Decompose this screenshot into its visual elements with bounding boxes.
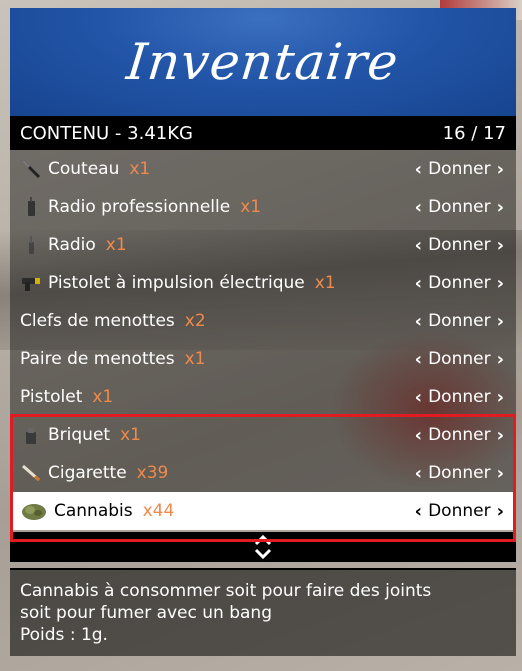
item-name: Cigarette [48,463,127,483]
item-name: Radio [48,235,96,255]
item-weight: Poids : 1g. [20,625,108,645]
lighter-icon [20,424,42,446]
menu-title: Inventaire [124,33,402,91]
give-label: Donner [428,349,491,369]
item-description: Cannabis à consommer soit pour faire des… [10,568,516,656]
chevron-left-icon[interactable]: ‹ [415,349,422,370]
give-action[interactable]: ‹ Donner › [415,463,504,484]
chevron-right-icon[interactable]: › [497,463,504,484]
give-label: Donner [428,235,491,255]
item-quantity: x1 [120,425,141,445]
give-action[interactable]: ‹ Donner › [415,501,504,522]
cigarette-icon [20,462,42,484]
chevron-left-icon[interactable]: ‹ [415,197,422,218]
list-item[interactable]: Clefs de menottes x2 ‹ Donner › [10,302,516,340]
item-name: Clefs de menottes [20,311,175,331]
give-label: Donner [428,463,491,483]
give-label: Donner [428,501,491,521]
chevron-right-icon[interactable]: › [497,235,504,256]
item-quantity: x44 [142,501,175,521]
item-quantity: x1 [240,197,262,217]
chevron-left-icon[interactable]: ‹ [415,273,422,294]
chevron-left-icon[interactable]: ‹ [415,501,422,522]
list-item[interactable]: Couteau x1 ‹ Donner › [10,150,516,188]
cannabis-icon [20,500,48,522]
give-action[interactable]: ‹ Donner › [415,159,504,180]
menu-banner: Inventaire [10,8,516,116]
description-line: soit pour fumer avec un bang [20,603,272,623]
chevron-right-icon[interactable]: › [497,425,504,446]
list-item-selected[interactable]: Cannabis x44 ‹ Donner › [10,492,516,530]
taser-icon [20,272,42,294]
description-line: Cannabis à consommer soit pour faire des… [20,581,432,601]
item-quantity: x1 [92,387,114,407]
chevron-right-icon[interactable]: › [497,273,504,294]
radio-icon [20,234,42,256]
knife-icon [20,158,42,180]
give-action[interactable]: ‹ Donner › [415,425,504,446]
chevron-right-icon[interactable]: › [497,349,504,370]
inventory-menu: Inventaire CONTENU - 3.41KG 16 / 17 Cout… [10,8,516,656]
chevron-left-icon[interactable]: ‹ [415,235,422,256]
list-item[interactable]: Pistolet à impulsion électrique x1 ‹ Donn… [10,264,516,302]
chevron-left-icon[interactable]: ‹ [415,387,422,408]
list-item[interactable]: Radio x1 ‹ Donner › [10,226,516,264]
item-name: Couteau [48,159,120,179]
item-quantity: x1 [105,235,127,255]
item-counter: 16 / 17 [442,122,506,144]
item-name: Cannabis [54,501,133,521]
item-name: Radio professionnelle [48,197,231,217]
give-action[interactable]: ‹ Donner › [415,349,504,370]
give-action[interactable]: ‹ Donner › [415,311,504,332]
give-label: Donner [428,273,491,293]
give-label: Donner [428,197,491,217]
item-quantity: x1 [184,349,206,369]
up-down-arrows-icon[interactable] [253,534,273,560]
chevron-left-icon[interactable]: ‹ [415,159,422,180]
give-label: Donner [428,387,491,407]
give-action[interactable]: ‹ Donner › [415,197,504,218]
item-name: Briquet [48,425,111,445]
chevron-left-icon[interactable]: ‹ [415,311,422,332]
list-item[interactable]: Cigarette x39 ‹ Donner › [10,454,516,492]
chevron-right-icon[interactable]: › [497,311,504,332]
give-action[interactable]: ‹ Donner › [415,273,504,294]
item-quantity: x39 [136,463,169,483]
item-name: Pistolet à impulsion électrique [48,273,305,293]
give-action[interactable]: ‹ Donner › [415,387,504,408]
item-name: Paire de menottes [20,349,175,369]
chevron-right-icon[interactable]: › [497,197,504,218]
chevron-right-icon[interactable]: › [497,387,504,408]
give-label: Donner [428,425,491,445]
chevron-right-icon[interactable]: › [497,159,504,180]
item-name: Pistolet [20,387,83,407]
radio-icon [20,196,42,218]
item-quantity: x2 [184,311,206,331]
menu-subtitle: CONTENU - 3.41KG 16 / 17 [10,116,516,150]
chevron-left-icon[interactable]: ‹ [415,425,422,446]
give-label: Donner [428,311,491,331]
list-item[interactable]: Paire de menottes x1 ‹ Donner › [10,340,516,378]
item-quantity: x1 [314,273,336,293]
list-item[interactable]: Radio professionnelle x1 ‹ Donner › [10,188,516,226]
item-list: Couteau x1 ‹ Donner › Radio professionnel… [10,150,516,530]
chevron-left-icon[interactable]: ‹ [415,463,422,484]
inventory-weight: CONTENU - 3.41KG [20,122,193,144]
chevron-right-icon[interactable]: › [497,501,504,522]
list-item[interactable]: Briquet x1 ‹ Donner › [10,416,516,454]
give-label: Donner [428,159,491,179]
scroll-arrows[interactable] [10,532,516,562]
item-quantity: x1 [129,159,151,179]
give-action[interactable]: ‹ Donner › [415,235,504,256]
list-item[interactable]: Pistolet x1 ‹ Donner › [10,378,516,416]
